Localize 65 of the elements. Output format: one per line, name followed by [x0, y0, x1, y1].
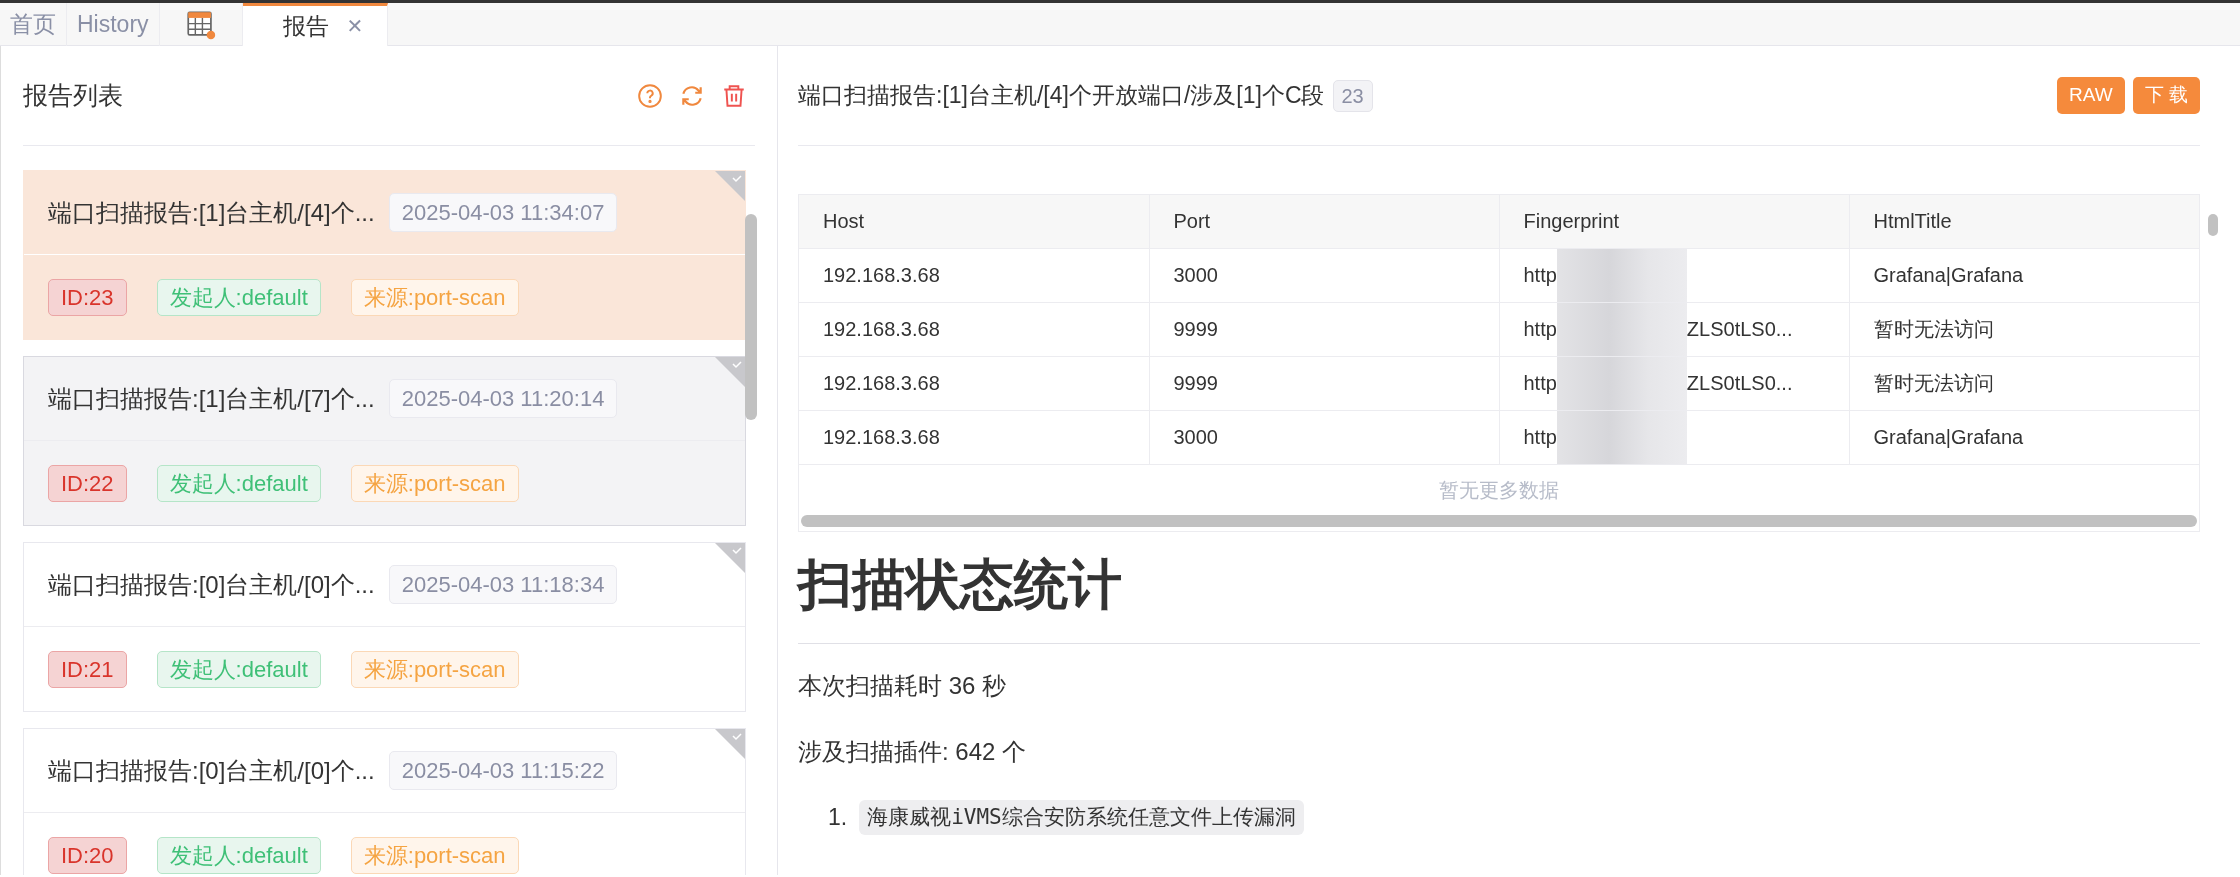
paragraph: 涉及扫描插件: 642 个	[798, 736, 1028, 767]
initiator-tag: 发起人:default	[156, 836, 321, 874]
paragraph: 本次扫描耗时 36 秒	[798, 670, 1008, 701]
delete-icon[interactable]	[721, 82, 747, 109]
table-cell: Grafana|Grafana	[1849, 248, 2199, 302]
report-title: 端口扫描报告:[0]台主机/[0]个...	[48, 569, 375, 600]
table-cell: 9999	[1149, 302, 1499, 356]
table-cell: 192.168.3.68	[799, 356, 1149, 410]
report-card[interactable]: 端口扫描报告:[1]台主机/[7]个... 2025-04-03 11:20:14 ID:22 发起人:default 来源:port-scan	[23, 356, 746, 526]
table-cell-text: ZLS0tLS0...	[1686, 371, 1793, 396]
table-cell: Grafana|Grafana	[1849, 410, 2199, 464]
plugin-name: 海康威视iVMS综合安防系统任意文件上传漏洞	[859, 799, 1304, 835]
check-corner-icon[interactable]	[715, 357, 745, 387]
panel-title: 报告列表	[23, 79, 123, 111]
time-tag: 2025-04-03 11:15:22	[388, 751, 618, 790]
report-title: 端口扫描报告:[1]台主机/[4]个开放端口/涉及[1]个C段	[798, 81, 1325, 111]
check-corner-icon[interactable]	[715, 543, 745, 573]
id-tag: ID:21	[48, 650, 127, 688]
table-cell: 3000	[1149, 248, 1499, 302]
table-cell-text: http	[1523, 371, 1557, 396]
report-card[interactable]: 端口扫描报告:[0]台主机/[0]个... 2025-04-03 11:15:22 ID:20 发起人:default 来源:port-scan	[23, 728, 746, 875]
column-header[interactable]: Host	[799, 195, 1149, 248]
initiator-tag: 发起人:default	[156, 650, 321, 688]
table-cell-text: http	[1523, 317, 1557, 342]
scrollbar[interactable]	[801, 514, 2197, 527]
table-cell-text: http	[1523, 425, 1557, 450]
report-card[interactable]: 端口扫描报告:[1]台主机/[4]个... 2025-04-03 11:34:07 ID:23 发起人:default 来源:port-scan	[23, 170, 746, 340]
table-cell: 192.168.3.68	[799, 410, 1149, 464]
table-cell-text: ZLS0tLS0...	[1686, 317, 1793, 342]
table-cell: 9999	[1149, 356, 1499, 410]
id-tag: ID:23	[48, 278, 127, 316]
check-corner-icon[interactable]	[715, 171, 745, 201]
tab[interactable]: 报告 ✕	[242, 3, 389, 46]
id-tag: ID:22	[48, 464, 127, 502]
table-cell: 3000	[1149, 410, 1499, 464]
help-icon[interactable]	[637, 82, 663, 109]
table-cell: 192.168.3.68	[799, 248, 1149, 302]
source-tag: 来源:port-scan	[350, 836, 519, 874]
column-header[interactable]: HtmlTitle	[1849, 195, 2199, 248]
table-cell-text: http	[1523, 263, 1557, 288]
section-heading: 扫描状态统计	[798, 543, 2200, 644]
table-cell: 暂时无法访问	[1849, 302, 2199, 356]
column-header[interactable]: Fingerprint	[1499, 195, 1849, 248]
report-title: 端口扫描报告:[1]台主机/[4]个...	[48, 197, 375, 228]
initiator-tag: 发起人:default	[156, 278, 321, 316]
report-title: 端口扫描报告:[0]台主机/[0]个...	[48, 755, 375, 786]
time-tag: 2025-04-03 11:34:07	[388, 193, 618, 232]
table-cell: 192.168.3.68	[799, 302, 1149, 356]
id-tag: ID:20	[48, 836, 127, 874]
check-corner-icon[interactable]	[715, 729, 745, 759]
source-tag: 来源:port-scan	[350, 464, 519, 502]
time-tag: 2025-04-03 11:18:34	[388, 565, 618, 604]
source-tag: 来源:port-scan	[350, 650, 519, 688]
report-card[interactable]: 端口扫描报告:[0]台主机/[0]个... 2025-04-03 11:18:34 ID:21 发起人:default 来源:port-scan	[23, 542, 746, 712]
column-header[interactable]: Port	[1149, 195, 1499, 248]
empty-text: 暂无更多数据	[1438, 477, 1560, 503]
source-tag: 来源:port-scan	[350, 278, 519, 316]
scrollbar[interactable]	[2208, 214, 2218, 236]
table-cell: 暂时无法访问	[1849, 356, 2199, 410]
time-tag: 2025-04-03 11:20:14	[388, 379, 618, 418]
initiator-tag: 发起人:default	[156, 464, 321, 502]
scrollbar[interactable]	[745, 214, 757, 420]
report-title: 端口扫描报告:[1]台主机/[7]个...	[48, 383, 375, 414]
count-badge: 23	[1332, 79, 1373, 112]
list-number: 1.	[828, 803, 848, 832]
